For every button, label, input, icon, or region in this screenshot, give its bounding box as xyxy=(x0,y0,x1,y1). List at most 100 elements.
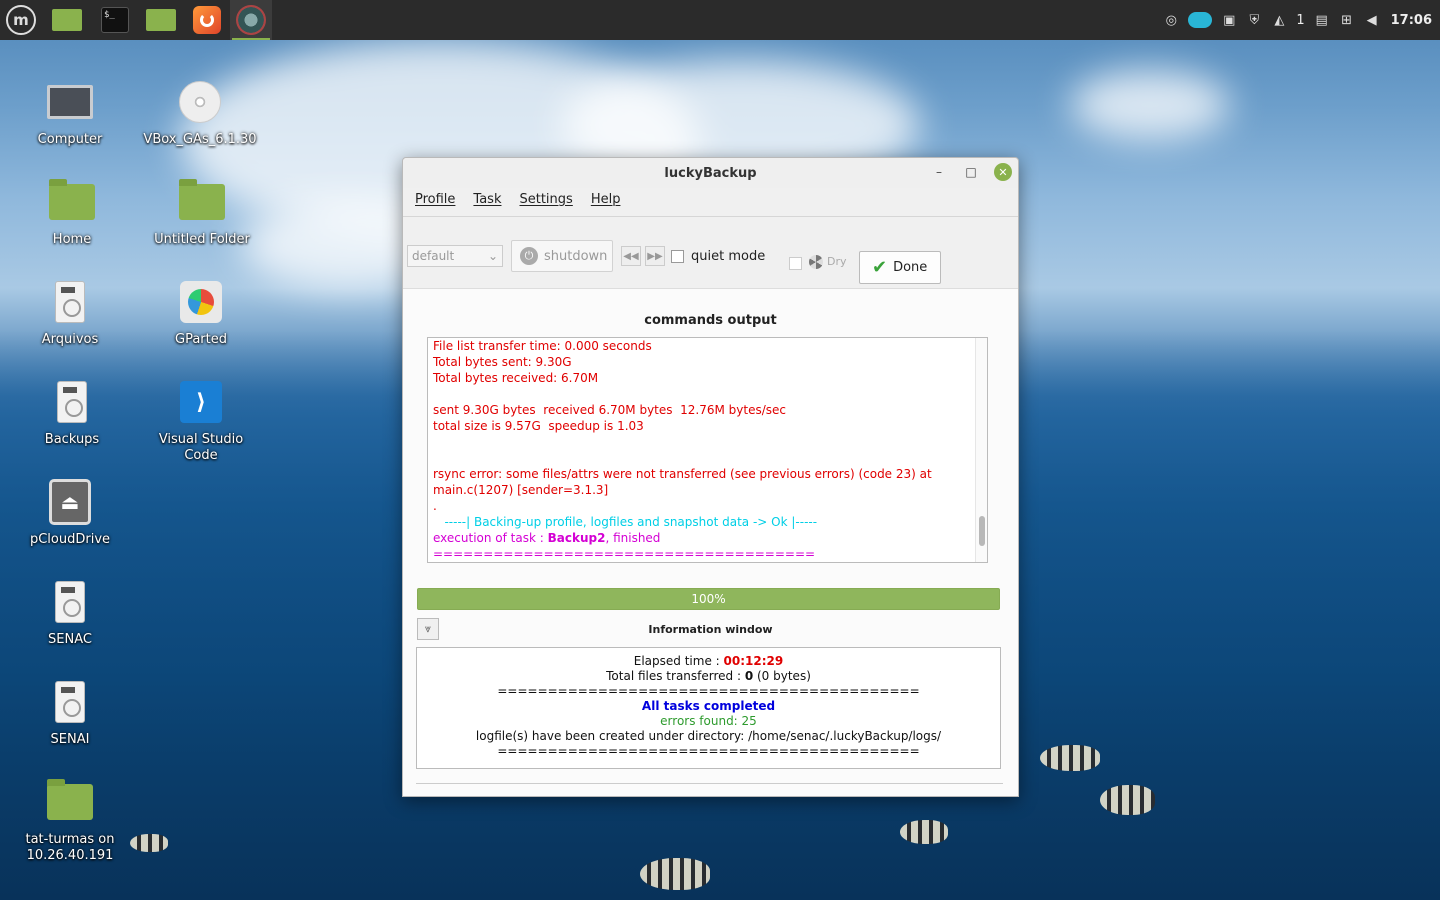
menu-settings[interactable]: Settings xyxy=(519,192,572,207)
drive-icon xyxy=(57,381,87,423)
folder-icon xyxy=(146,9,176,31)
desktop-icon-senac[interactable]: SENAC xyxy=(5,578,135,648)
checkmark-icon: ✔ xyxy=(872,257,888,278)
toolbar: default ⌄ ⏻ shutdown ◀◀ ▶▶ quiet mode Dr… xyxy=(403,217,1018,289)
power-icon: ⏻ xyxy=(520,247,538,265)
desktop-icon-label: Visual Studio Code xyxy=(158,432,244,463)
files-count: 0 xyxy=(744,669,754,683)
firefox-icon xyxy=(193,6,221,34)
window-title: luckyBackup xyxy=(664,165,757,181)
folder-icon xyxy=(52,9,82,31)
maximize-button[interactable]: □ xyxy=(962,163,980,181)
firefox-launcher[interactable] xyxy=(186,0,228,40)
notification-icon[interactable]: ◭ xyxy=(1271,12,1287,28)
pcloud-icon[interactable] xyxy=(1188,12,1213,28)
shutdown-button[interactable]: ⏻ shutdown xyxy=(511,240,613,272)
desktop-icon-label: Untitled Folder xyxy=(154,232,250,247)
profile-combo-value: default xyxy=(412,249,455,263)
profile-combo[interactable]: default ⌄ xyxy=(407,245,503,267)
menu-profile[interactable]: Profile xyxy=(415,192,455,207)
desktop-icon-computer[interactable]: Computer xyxy=(5,78,135,148)
network-folder-icon xyxy=(47,779,93,820)
notes-icon[interactable]: ▤ xyxy=(1314,12,1330,28)
desktop-icon-home[interactable]: Home xyxy=(7,178,137,248)
chevron-down-icon: ⌄ xyxy=(487,249,498,263)
output-line: sent 9.30G bytes received 6.70M bytes 12… xyxy=(433,403,786,417)
desktop-icon-pclouddrive[interactable]: ⏏ pCloudDrive xyxy=(5,478,135,548)
terminal-launcher[interactable]: $_ xyxy=(94,0,136,40)
files-transferred: Total files transferred : 0 (0 bytes) xyxy=(606,669,811,683)
menu-button[interactable]: m xyxy=(0,0,42,40)
task-prefix: execution of task : xyxy=(433,531,548,545)
desktop-icon-label: SENAI xyxy=(50,732,90,747)
desktop-icon-senai[interactable]: SENAI xyxy=(5,678,135,748)
quiet-mode-checkbox[interactable] xyxy=(671,250,684,263)
output-line: total size is 9.57G speedup is 1.03 xyxy=(433,419,644,433)
main-area: commands output File list transfer time:… xyxy=(403,288,1018,796)
files-launcher-2[interactable] xyxy=(140,0,182,40)
desktop-fish xyxy=(130,834,168,852)
information-window: Elapsed time : 00:12:29 Total files tran… xyxy=(416,647,1001,769)
desktop-fish xyxy=(1100,785,1155,815)
elapsed-time: Elapsed time : 00:12:29 xyxy=(633,654,784,668)
desktop-icon-tat-turmas[interactable]: tat-turmas on 10.26.40.191 xyxy=(5,778,135,864)
errors-found: errors found: 25 xyxy=(660,714,757,728)
shutdown-label: shutdown xyxy=(544,248,608,264)
workspace-count[interactable]: 1 xyxy=(1296,13,1304,28)
desktop-icon-vbox[interactable]: VBox_GAs_6.1.30 xyxy=(135,78,265,148)
done-label: Done xyxy=(893,260,928,275)
eject-icon: ⏏ xyxy=(49,479,91,525)
desktop-icon-label: pCloudDrive xyxy=(29,532,111,547)
next-task-button[interactable]: ▶▶ xyxy=(645,246,665,266)
luckybackup-task[interactable] xyxy=(230,0,272,40)
desktop-fish xyxy=(640,858,710,890)
files-launcher[interactable] xyxy=(46,0,88,40)
commands-output-title: commands output xyxy=(644,313,777,328)
clock[interactable]: 17:06 xyxy=(1391,13,1432,28)
drive-icon xyxy=(55,681,85,723)
gparted-icon xyxy=(180,281,222,323)
output-line: File list transfer time: 0.000 seconds xyxy=(433,339,652,353)
desktop-icon-arquivos[interactable]: Arquivos xyxy=(5,278,135,348)
desktop-icon-label: Home xyxy=(52,232,92,247)
disc-icon xyxy=(179,81,221,123)
desktop-icon-label: Backups xyxy=(44,432,100,447)
minimize-button[interactable]: – xyxy=(930,163,948,181)
done-button[interactable]: ✔ Done xyxy=(859,251,941,284)
scrollbar-thumb[interactable] xyxy=(979,516,985,546)
desktop-icon-backups[interactable]: Backups xyxy=(7,378,137,448)
clipboard-icon[interactable]: ▣ xyxy=(1221,12,1237,28)
commands-output[interactable]: File list transfer time: 0.000 seconds T… xyxy=(427,337,988,563)
desktop-icon-untitled-folder[interactable]: Untitled Folder xyxy=(137,178,267,248)
drive-icon xyxy=(55,281,85,323)
volume-icon[interactable]: ◀ xyxy=(1364,12,1380,28)
menu-help[interactable]: Help xyxy=(591,192,621,207)
monitor-icon xyxy=(47,85,93,119)
previous-task-button[interactable]: ◀◀ xyxy=(621,246,641,266)
network-icon[interactable]: ⊞ xyxy=(1339,12,1355,28)
quiet-mode-label: quiet mode xyxy=(691,249,766,264)
window-titlebar[interactable]: luckyBackup – □ ✕ xyxy=(403,158,1018,188)
desktop-icon-label: VBox_GAs_6.1.30 xyxy=(143,132,257,147)
desktop-icon-vscode[interactable]: ⟩ Visual Studio Code xyxy=(136,378,266,464)
folder-icon xyxy=(179,179,225,220)
progress-bar: 100% xyxy=(417,588,1000,610)
home-folder-icon xyxy=(49,179,95,220)
separator-line: ========================================… xyxy=(497,744,920,758)
desktop-icon-label: Arquivos xyxy=(41,332,99,347)
sync-icon[interactable]: ◎ xyxy=(1163,12,1179,28)
output-scrollbar[interactable] xyxy=(975,338,987,562)
shield-icon[interactable]: ⛨ xyxy=(1246,12,1262,28)
mint-logo-icon: m xyxy=(6,5,36,35)
output-line: rsync error: some files/attrs were not t… xyxy=(433,467,936,497)
information-window-title: Information window xyxy=(648,623,773,636)
desktop-cloud xyxy=(1070,70,1230,140)
output-line-finished: execution of task : Backup2, finished ==… xyxy=(433,530,969,562)
all-tasks-completed: All tasks completed xyxy=(641,699,776,713)
dry-run-checkbox[interactable] xyxy=(789,257,802,270)
close-button[interactable]: ✕ xyxy=(994,163,1012,181)
top-panel: m $_ ◎ ▣ ⛨ ◭ 1 ▤ ⊞ ◀ 17:06 xyxy=(0,0,1440,40)
dry-run-label: Dry xyxy=(827,255,847,268)
menu-task[interactable]: Task xyxy=(473,192,501,207)
desktop-icon-gparted[interactable]: GParted xyxy=(136,278,266,348)
